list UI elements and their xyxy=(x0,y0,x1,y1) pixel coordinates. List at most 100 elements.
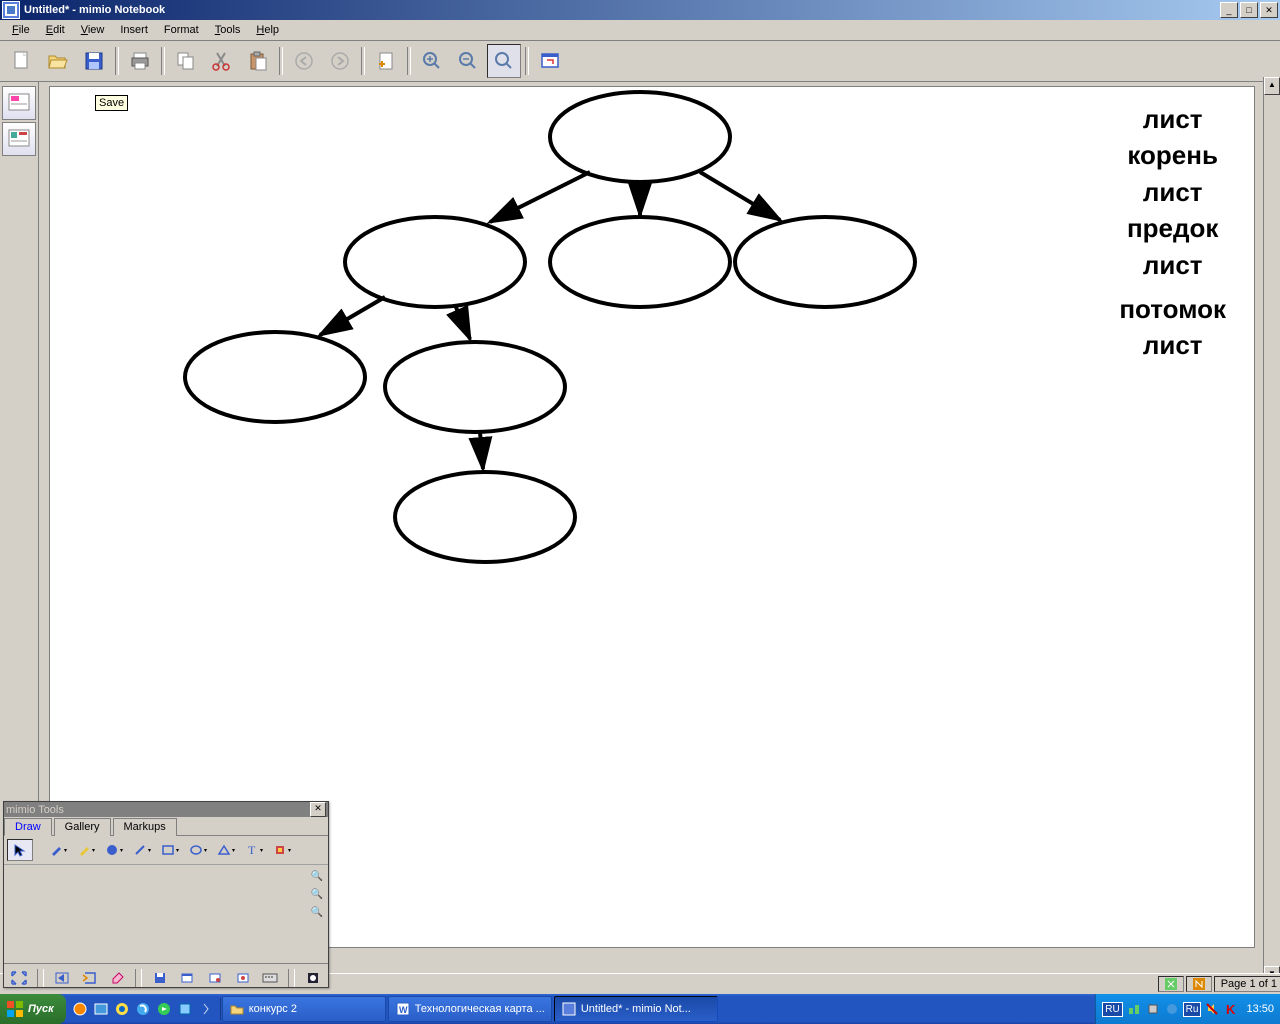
menu-insert[interactable]: Insert xyxy=(112,22,156,38)
word-list[interactable]: лист корень лист предок лист потомок лис… xyxy=(1119,101,1226,364)
ql-icon[interactable] xyxy=(175,998,195,1020)
quick-launch xyxy=(66,998,221,1020)
spotlight-tool[interactable] xyxy=(301,967,325,989)
forward-button[interactable] xyxy=(323,44,357,78)
tools-panel-title: mimio Tools xyxy=(6,804,64,816)
highlighter-tool[interactable]: ▾ xyxy=(73,839,99,861)
zoom-in-button[interactable] xyxy=(415,44,449,78)
tools-close-button[interactable]: ✕ xyxy=(310,802,326,817)
cut-button[interactable] xyxy=(205,44,239,78)
taskbar-item-label: Технологическая карта ... xyxy=(415,1003,545,1015)
tab-draw[interactable]: Draw xyxy=(4,818,52,836)
save-button[interactable] xyxy=(77,44,111,78)
eraser-tool[interactable] xyxy=(105,967,129,989)
new-button[interactable] xyxy=(5,44,39,78)
tree-diagram[interactable] xyxy=(110,87,1010,667)
capture-tool[interactable] xyxy=(203,967,227,989)
back-button[interactable] xyxy=(287,44,321,78)
redo-tool[interactable] xyxy=(78,967,102,989)
tray-icon[interactable] xyxy=(1126,1001,1142,1017)
svg-text:T: T xyxy=(248,843,256,857)
status-page: Page 1 of 1 xyxy=(1214,976,1280,992)
word-item[interactable]: лист xyxy=(1119,101,1226,137)
save-tooltip: Save xyxy=(95,95,128,111)
panel-zoom-fit[interactable]: 🔍 xyxy=(310,907,324,921)
triangle-tool[interactable]: ▾ xyxy=(213,839,239,861)
lang-indicator-2[interactable]: Ru xyxy=(1183,1002,1202,1017)
text-tool[interactable]: T▾ xyxy=(241,839,267,861)
scroll-up-button[interactable]: ▲ xyxy=(1264,77,1280,95)
fullscreen-tool[interactable] xyxy=(7,967,31,989)
panel-zoom-in[interactable]: 🔍 xyxy=(310,871,324,885)
word-item[interactable]: корень xyxy=(1119,137,1226,173)
taskbar-item[interactable]: W Технологическая карта ... xyxy=(388,996,552,1022)
word-item[interactable]: предок xyxy=(1119,210,1226,246)
tray-icon[interactable] xyxy=(1164,1001,1180,1017)
menu-edit[interactable]: Edit xyxy=(38,22,73,38)
ql-icon[interactable] xyxy=(112,998,132,1020)
menu-tools[interactable]: Tools xyxy=(207,22,249,38)
rect-tool[interactable]: ▾ xyxy=(157,839,183,861)
panel-zoom-out[interactable]: 🔍 xyxy=(310,889,324,903)
print-button[interactable] xyxy=(123,44,157,78)
ql-separator[interactable] xyxy=(196,998,216,1020)
menu-help[interactable]: Help xyxy=(248,22,287,38)
save-slide-tool[interactable] xyxy=(148,967,172,989)
stamp-tool[interactable]: ▾ xyxy=(269,839,295,861)
record-tool[interactable] xyxy=(231,967,255,989)
keyboard-tool[interactable] xyxy=(258,967,282,989)
tools-panel-titlebar[interactable]: mimio Tools ✕ xyxy=(4,802,328,817)
menubar: File Edit View Insert Format Tools Help xyxy=(0,20,1280,41)
shape-fill-tool[interactable]: ▾ xyxy=(101,839,127,861)
menu-format[interactable]: Format xyxy=(156,22,207,38)
start-label: Пуск xyxy=(28,1003,54,1015)
mimio-tools-panel[interactable]: mimio Tools ✕ Draw Gallery Markups ▾ ▾ ▾… xyxy=(3,801,329,988)
ql-icon[interactable] xyxy=(154,998,174,1020)
tab-gallery[interactable]: Gallery xyxy=(54,818,111,836)
minimize-button[interactable]: _ xyxy=(1220,2,1238,18)
word-item[interactable]: лист xyxy=(1119,174,1226,210)
ql-icon[interactable] xyxy=(91,998,111,1020)
ql-icon[interactable] xyxy=(70,998,90,1020)
close-button[interactable]: ✕ xyxy=(1260,2,1278,18)
vertical-scrollbar[interactable]: ▲ ▼ xyxy=(1263,77,1280,984)
tray-icon[interactable] xyxy=(1145,1001,1161,1017)
lang-indicator-1[interactable]: RU xyxy=(1102,1002,1122,1017)
ql-icon[interactable] xyxy=(133,998,153,1020)
open-button[interactable] xyxy=(41,44,75,78)
taskbar-item[interactable]: конкурс 2 xyxy=(222,996,386,1022)
zoom-out-button[interactable] xyxy=(451,44,485,78)
rail-thumbnail-2[interactable] xyxy=(2,122,36,156)
word-icon: W xyxy=(395,1001,411,1017)
tray-clock[interactable]: 13:50 xyxy=(1246,1003,1274,1015)
pen-tool[interactable]: ▾ xyxy=(45,839,71,861)
word-item[interactable]: лист xyxy=(1119,327,1226,363)
tray-k-icon[interactable]: K xyxy=(1223,1001,1239,1017)
copy-button[interactable] xyxy=(169,44,203,78)
insert-page-button[interactable] xyxy=(369,44,403,78)
status-icon-2[interactable] xyxy=(1186,976,1212,992)
fullscreen-button[interactable] xyxy=(533,44,567,78)
taskbar-item[interactable]: Untitled* - mimio Not... xyxy=(554,996,718,1022)
word-item[interactable]: лист xyxy=(1119,247,1226,283)
status-icon-1[interactable] xyxy=(1158,976,1184,992)
tray-volume-icon[interactable] xyxy=(1204,1001,1220,1017)
select-tool[interactable] xyxy=(7,839,33,861)
mimio-icon xyxy=(561,1001,577,1017)
taskbar-item-label: конкурс 2 xyxy=(249,1003,297,1015)
paste-button[interactable] xyxy=(241,44,275,78)
menu-view[interactable]: View xyxy=(73,22,113,38)
line-tool[interactable]: ▾ xyxy=(129,839,155,861)
menu-file[interactable]: File xyxy=(4,22,38,38)
ellipse-tool[interactable]: ▾ xyxy=(185,839,211,861)
undo-tool[interactable] xyxy=(50,967,74,989)
word-item[interactable]: потомок xyxy=(1119,291,1226,327)
zoom-fit-button[interactable] xyxy=(487,44,521,78)
start-button[interactable]: Пуск xyxy=(0,994,66,1024)
window-title: Untitled* - mimio Notebook xyxy=(24,4,1220,16)
tab-markups[interactable]: Markups xyxy=(113,818,177,836)
maximize-button[interactable]: □ xyxy=(1240,2,1258,18)
main-toolbar xyxy=(0,41,1280,82)
rail-thumbnail-1[interactable] xyxy=(2,86,36,120)
new-slide-tool[interactable] xyxy=(176,967,200,989)
